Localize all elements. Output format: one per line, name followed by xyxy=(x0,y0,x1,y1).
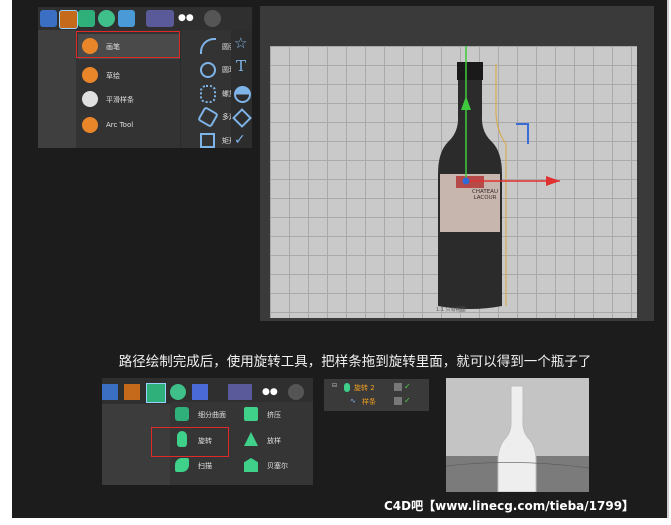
toolbar: ●● xyxy=(102,378,313,404)
view-dots-icon[interactable]: ●● xyxy=(262,384,278,400)
watermark: C4D吧【www.linecg.com/tieba/1799】 xyxy=(384,499,635,513)
menu-item-arc-tool[interactable]: Arc Tool xyxy=(106,121,133,129)
diamond-icon[interactable] xyxy=(232,108,252,128)
polygon-icon xyxy=(197,106,219,128)
check-icon[interactable]: ✓ xyxy=(404,396,411,405)
camera-icon[interactable] xyxy=(228,384,252,400)
helix-icon xyxy=(200,85,216,103)
menu-item-extrude[interactable]: 挤压 xyxy=(267,410,281,420)
extra-shapes-column: ☆ T ✓ xyxy=(231,30,252,148)
generator-menu-panel: ●● 细分曲面 旋转 扫描 挤压 放样 贝塞尔 xyxy=(102,378,313,485)
pen-tool-icon[interactable] xyxy=(124,384,140,400)
viewport-scene xyxy=(438,46,560,309)
tree-connector-icon: ⊟ xyxy=(332,382,338,389)
text-icon[interactable]: T xyxy=(236,59,246,74)
view-dots-icon[interactable]: ●● xyxy=(178,10,194,27)
arc-tool-icon xyxy=(82,117,98,133)
caption: 路径绘制完成后，使用旋转工具，把样条拖到旋转里面，就可以得到一个瓶子了 xyxy=(118,354,592,370)
highlight-box xyxy=(151,427,229,457)
sketch-icon xyxy=(82,67,98,83)
vectorizer-icon[interactable] xyxy=(234,86,251,103)
star-icon[interactable]: ☆ xyxy=(234,36,247,51)
menu-item-subdivision[interactable]: 细分曲面 xyxy=(198,410,226,420)
object-child[interactable]: 样条 xyxy=(362,397,376,407)
pen-tool-icon[interactable] xyxy=(59,10,78,29)
render-preview xyxy=(446,378,589,492)
cube-icon[interactable] xyxy=(102,384,118,400)
check-icon[interactable]: ✓ xyxy=(404,382,411,391)
menu-item-sketch[interactable]: 草绘 xyxy=(106,71,120,81)
rectangle-icon xyxy=(200,133,215,148)
spline-icon: ∿ xyxy=(350,397,356,405)
visibility-icon[interactable] xyxy=(394,397,402,405)
bezier-icon xyxy=(244,458,258,472)
menu-item-loft[interactable]: 放样 xyxy=(267,436,281,446)
loft-icon xyxy=(244,432,258,446)
object-parent[interactable]: 旋转 2 xyxy=(354,383,375,393)
object-manager: ⊟ 旋转 2 ∿ 样条 ✓ ✓ xyxy=(324,379,429,411)
left-strip xyxy=(38,30,76,148)
wine-bottle xyxy=(438,62,502,309)
menu-item-bezier[interactable]: 贝塞尔 xyxy=(267,461,288,471)
render-icon[interactable] xyxy=(288,384,304,400)
subdivision-icon xyxy=(175,407,189,421)
render-icon[interactable] xyxy=(204,10,221,27)
spline-menu-panel: ●● 画笔 草绘 平滑样条 Arc Tool 圆弧 圆环 螺旋 多边 矩形 ☆ … xyxy=(38,7,252,148)
circle-icon xyxy=(200,62,216,78)
lathe-icon xyxy=(344,383,350,392)
smooth-spline-icon xyxy=(82,91,98,107)
menu-item-sweep[interactable]: 扫描 xyxy=(198,461,212,471)
visibility-icon[interactable] xyxy=(394,383,402,391)
scene-icon[interactable] xyxy=(192,384,208,400)
deformer-icon[interactable] xyxy=(170,384,186,400)
viewport-status: 1:1 只有视图 xyxy=(436,307,466,313)
page: ●● 画笔 草绘 平滑样条 Arc Tool 圆弧 圆环 螺旋 多边 矩形 ☆ … xyxy=(0,0,671,525)
extrude-icon xyxy=(244,407,258,421)
viewport: CHATEAU LACOUR 1:1 只有视图 xyxy=(260,6,654,321)
scene-icon[interactable] xyxy=(146,10,174,27)
sweep-icon xyxy=(175,458,189,472)
cube-icon[interactable] xyxy=(40,10,57,27)
generator-icon[interactable] xyxy=(78,10,95,27)
highlight-box xyxy=(76,31,180,58)
arc-icon xyxy=(200,38,216,54)
generator-icon[interactable] xyxy=(146,383,166,403)
rendered-bottle xyxy=(446,385,589,492)
deformer-icon[interactable] xyxy=(98,10,115,27)
camera-icon[interactable] xyxy=(118,10,135,27)
chevron-icon[interactable]: ✓ xyxy=(234,133,246,147)
toolbar: ●● xyxy=(38,7,252,30)
menu-item-smooth-spline[interactable]: 平滑样条 xyxy=(106,95,134,105)
bottle-label: CHATEAU LACOUR xyxy=(472,189,498,201)
